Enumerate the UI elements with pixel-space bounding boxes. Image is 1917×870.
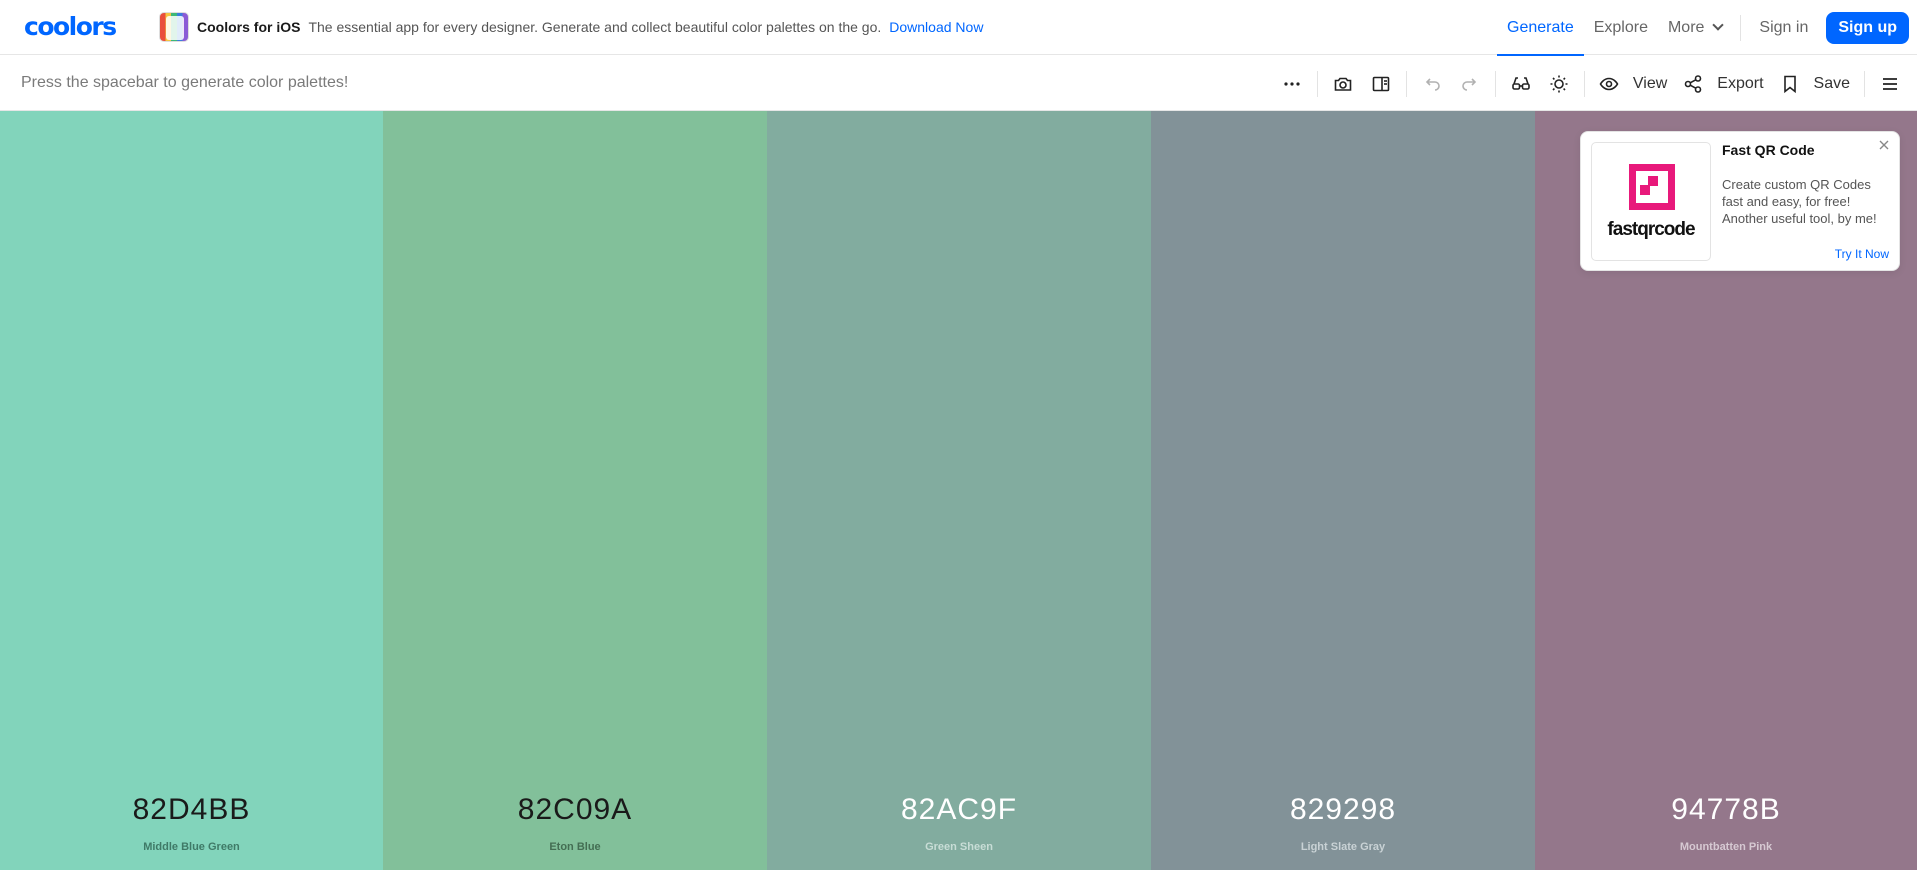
fastqrcode-logo: fastqrcode (1591, 142, 1711, 261)
camera-icon (1334, 77, 1352, 91)
nav-generate[interactable]: Generate (1497, 0, 1584, 56)
view-button[interactable]: View (1591, 65, 1675, 103)
toolbar-actions: View Export Save (1273, 56, 1917, 111)
glasses-icon (1512, 76, 1530, 90)
ad-body: Create custom QR Codes fast and easy, fo… (1722, 177, 1877, 226)
generator-toolbar: Press the spacebar to generate color pal… (0, 56, 1917, 111)
color-name[interactable]: Mountbatten Pink (1535, 841, 1917, 853)
hex-code[interactable]: 94778B (1535, 793, 1917, 827)
hex-code[interactable]: 829298 (1151, 793, 1535, 827)
view-label: View (1632, 74, 1668, 92)
nav-more-label: More (1667, 18, 1705, 36)
coolors-logo[interactable]: coolors (24, 13, 117, 41)
more-options-icon (1284, 81, 1300, 86)
top-navbar: coolors Coolors for iOS The essential ap… (0, 0, 1917, 56)
nav-links: Generate Explore More Sign in Sign up (1497, 0, 1917, 56)
eye-icon (1599, 77, 1619, 90)
chevron-down-icon (1712, 19, 1725, 31)
color-name[interactable]: Light Slate Gray (1151, 841, 1535, 853)
toolbar-divider (1583, 70, 1585, 97)
ios-app-promo: Coolors for iOS The essential app for ev… (159, 12, 983, 42)
hex-code[interactable]: 82AC9F (767, 793, 1151, 827)
nav-explore[interactable]: Explore (1584, 0, 1658, 55)
camera-button[interactable] (1324, 65, 1362, 103)
sun-icon (1550, 75, 1568, 92)
toolbar-divider (1405, 70, 1407, 97)
sidebar-toggle-button[interactable] (1362, 65, 1400, 103)
try-it-now-link[interactable]: Try It Now (1835, 247, 1889, 261)
color-swatch[interactable]: 829298 Light Slate Gray (1151, 111, 1535, 870)
more-options-button[interactable] (1273, 65, 1311, 103)
nav-divider (1740, 14, 1742, 41)
spacebar-hint: Press the spacebar to generate color pal… (21, 74, 349, 91)
color-swatch[interactable]: 82C09A Eton Blue (383, 111, 767, 870)
main-menu-button[interactable] (1871, 65, 1909, 103)
redo-button[interactable] (1451, 65, 1489, 103)
save-label: Save (1813, 74, 1850, 92)
undo-button[interactable] (1413, 65, 1451, 103)
undo-icon (1425, 77, 1440, 91)
download-now-link[interactable]: Download Now (889, 19, 983, 35)
bookmark-icon (1783, 75, 1796, 93)
export-label: Export (1717, 74, 1764, 92)
ad-title: Fast QR Code (1722, 142, 1815, 158)
promo-title: Coolors for iOS (197, 19, 301, 35)
ios-app-thumbnail (159, 12, 189, 42)
save-button[interactable]: Save (1772, 65, 1858, 103)
toolbar-divider (1494, 70, 1496, 97)
toolbar-divider (1316, 70, 1318, 97)
redo-icon (1462, 77, 1477, 91)
hex-code[interactable]: 82C09A (383, 793, 767, 827)
color-name[interactable]: Eton Blue (383, 841, 767, 853)
fast-qr-code-ad[interactable]: fastqrcode Fast QR Code Create custom QR… (1580, 131, 1900, 271)
toolbar-divider (1864, 70, 1865, 97)
hex-code[interactable]: 82D4BB (0, 793, 383, 827)
promo-description: The essential app for every designer. Ge… (308, 19, 882, 35)
color-name[interactable]: Middle Blue Green (0, 841, 383, 853)
qr-logo-icon (1629, 164, 1675, 210)
color-name[interactable]: Green Sheen (767, 841, 1151, 853)
hamburger-menu-icon (1883, 77, 1897, 90)
color-blindness-button[interactable] (1502, 65, 1540, 103)
color-swatch[interactable]: 82D4BB Middle Blue Green (0, 111, 383, 870)
sidebar-icon (1372, 76, 1390, 91)
color-swatch[interactable]: 82AC9F Green Sheen (767, 111, 1151, 870)
sign-in-link[interactable]: Sign in (1749, 0, 1818, 55)
sign-up-button[interactable]: Sign up (1826, 11, 1909, 44)
close-icon[interactable] (1877, 138, 1891, 152)
export-button[interactable]: Export (1675, 65, 1771, 103)
share-icon (1684, 74, 1702, 93)
nav-more[interactable]: More (1658, 0, 1732, 55)
fastqrcode-logo-text: fastqrcode (1607, 219, 1695, 240)
adjust-palette-button[interactable] (1540, 65, 1578, 103)
